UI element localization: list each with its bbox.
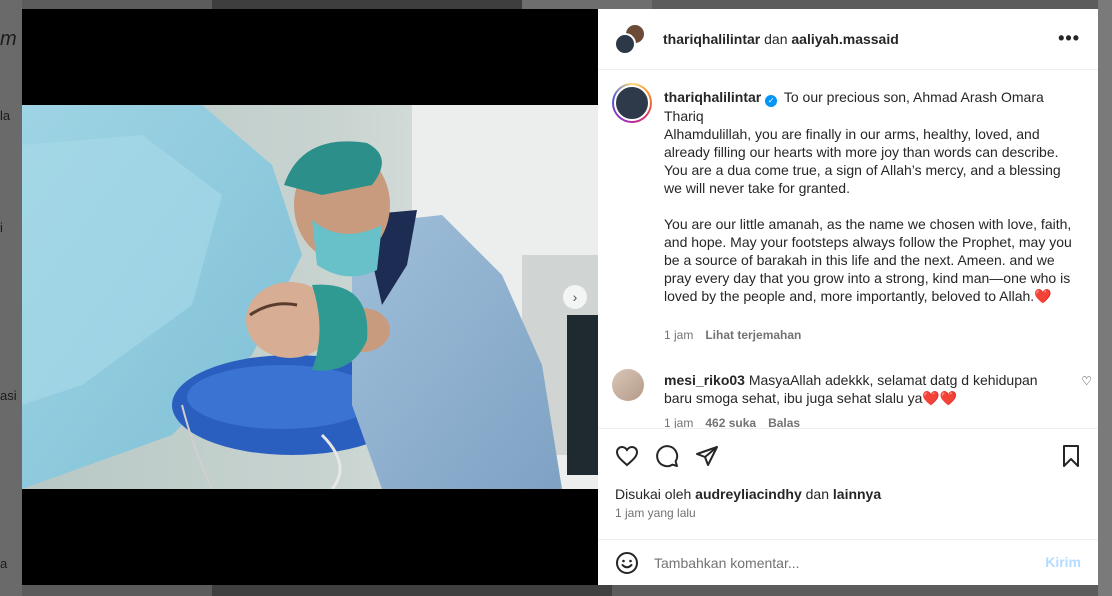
- avatar[interactable]: [612, 369, 644, 401]
- post-detail-panel: thariqhalilintar dan aaliyah.massaid •••…: [598, 9, 1098, 585]
- comment-meta: 1 jam 462 suka Balas: [664, 416, 800, 428]
- background-tile: [212, 585, 612, 596]
- background-sidebar-fragment: asi: [0, 388, 17, 403]
- heart-outline-icon: ♡: [1081, 374, 1092, 388]
- comment-reply-button[interactable]: Balas: [768, 416, 800, 428]
- heart-icon: [615, 445, 639, 467]
- avatar[interactable]: [612, 83, 652, 123]
- comment-icon: [656, 445, 679, 468]
- post-media: ›: [22, 9, 598, 585]
- like-button[interactable]: [615, 444, 639, 468]
- liked-by-others[interactable]: lainnya: [833, 486, 881, 502]
- authors-connector: dan: [764, 31, 788, 47]
- post-timestamp[interactable]: 1 jam yang lalu: [615, 506, 696, 520]
- background-tile: [212, 0, 522, 9]
- liked-by-connector: dan: [805, 486, 829, 502]
- share-button[interactable]: [695, 444, 719, 468]
- post-header: thariqhalilintar dan aaliyah.massaid •••: [598, 9, 1098, 70]
- caption-paragraph: Alhamdulillah, you are finally in our ar…: [664, 126, 1061, 196]
- post-authors: thariqhalilintar dan aaliyah.massaid: [663, 31, 899, 47]
- heart-emoji: ❤️❤️: [922, 390, 958, 406]
- caption-time: 1 jam: [664, 328, 694, 342]
- send-icon: [696, 446, 718, 466]
- heart-emoji: ❤️: [1034, 288, 1052, 304]
- comment-input[interactable]: [654, 554, 1034, 571]
- post-caption: thariqhalilintar ✓ To our precious son, A…: [664, 88, 1076, 305]
- comment-time: 1 jam: [664, 416, 694, 428]
- hospital-delivery-photo: [22, 105, 598, 489]
- background-sidebar-fragment: la: [0, 108, 11, 123]
- more-options-button[interactable]: •••: [1058, 28, 1080, 49]
- comments-scroll-area[interactable]: thariqhalilintar ✓ To our precious son, A…: [598, 71, 1098, 428]
- chevron-right-icon: ›: [572, 289, 578, 305]
- avatar: [614, 33, 636, 55]
- bookmark-icon: [1063, 445, 1079, 467]
- post-actions: [598, 428, 1098, 480]
- liked-by: Disukai oleh audreyliacindhy dan lainnya: [615, 486, 881, 502]
- coauthor-link[interactable]: aaliyah.massaid: [791, 31, 898, 47]
- verified-badge-icon: ✓: [765, 95, 778, 107]
- comment-button[interactable]: [655, 444, 679, 468]
- comment-likes-count[interactable]: 462 suka: [705, 416, 756, 428]
- author-link[interactable]: thariqhalilintar: [663, 31, 760, 47]
- collab-avatars[interactable]: [614, 23, 648, 55]
- smiley-icon: [616, 551, 638, 574]
- comment-like-button[interactable]: ♡: [1081, 374, 1092, 388]
- post-comment-button[interactable]: Kirim: [1045, 554, 1081, 570]
- background-sidebar: m la i asi a: [0, 0, 22, 596]
- liked-by-prefix: Disukai oleh: [615, 486, 692, 502]
- comment-username[interactable]: mesi_riko03: [664, 372, 745, 388]
- background-sidebar-fragment: m: [0, 28, 17, 50]
- more-horizontal-icon: •••: [1058, 28, 1080, 48]
- post-photo[interactable]: ›: [22, 105, 598, 489]
- save-button[interactable]: [1059, 444, 1083, 468]
- caption-meta: 1 jam Lihat terjemahan: [664, 328, 801, 342]
- carousel-next-button[interactable]: ›: [563, 285, 587, 309]
- comment-text: mesi_riko03 MasyaAllah adekkk, selamat d…: [664, 371, 1054, 407]
- emoji-button[interactable]: [615, 551, 639, 575]
- liked-by-user[interactable]: audreyliacindhy: [695, 486, 802, 502]
- background-sidebar-fragment: i: [0, 220, 3, 235]
- background-tile: [522, 0, 652, 9]
- see-translation-link[interactable]: Lihat terjemahan: [705, 328, 801, 342]
- background-sidebar-fragment: a: [0, 556, 8, 571]
- add-comment-bar: Kirim: [598, 539, 1098, 585]
- caption-username[interactable]: thariqhalilintar: [664, 89, 761, 105]
- background-tile: [1098, 0, 1112, 596]
- caption-paragraph: You are our little amanah, as the name w…: [664, 216, 1072, 304]
